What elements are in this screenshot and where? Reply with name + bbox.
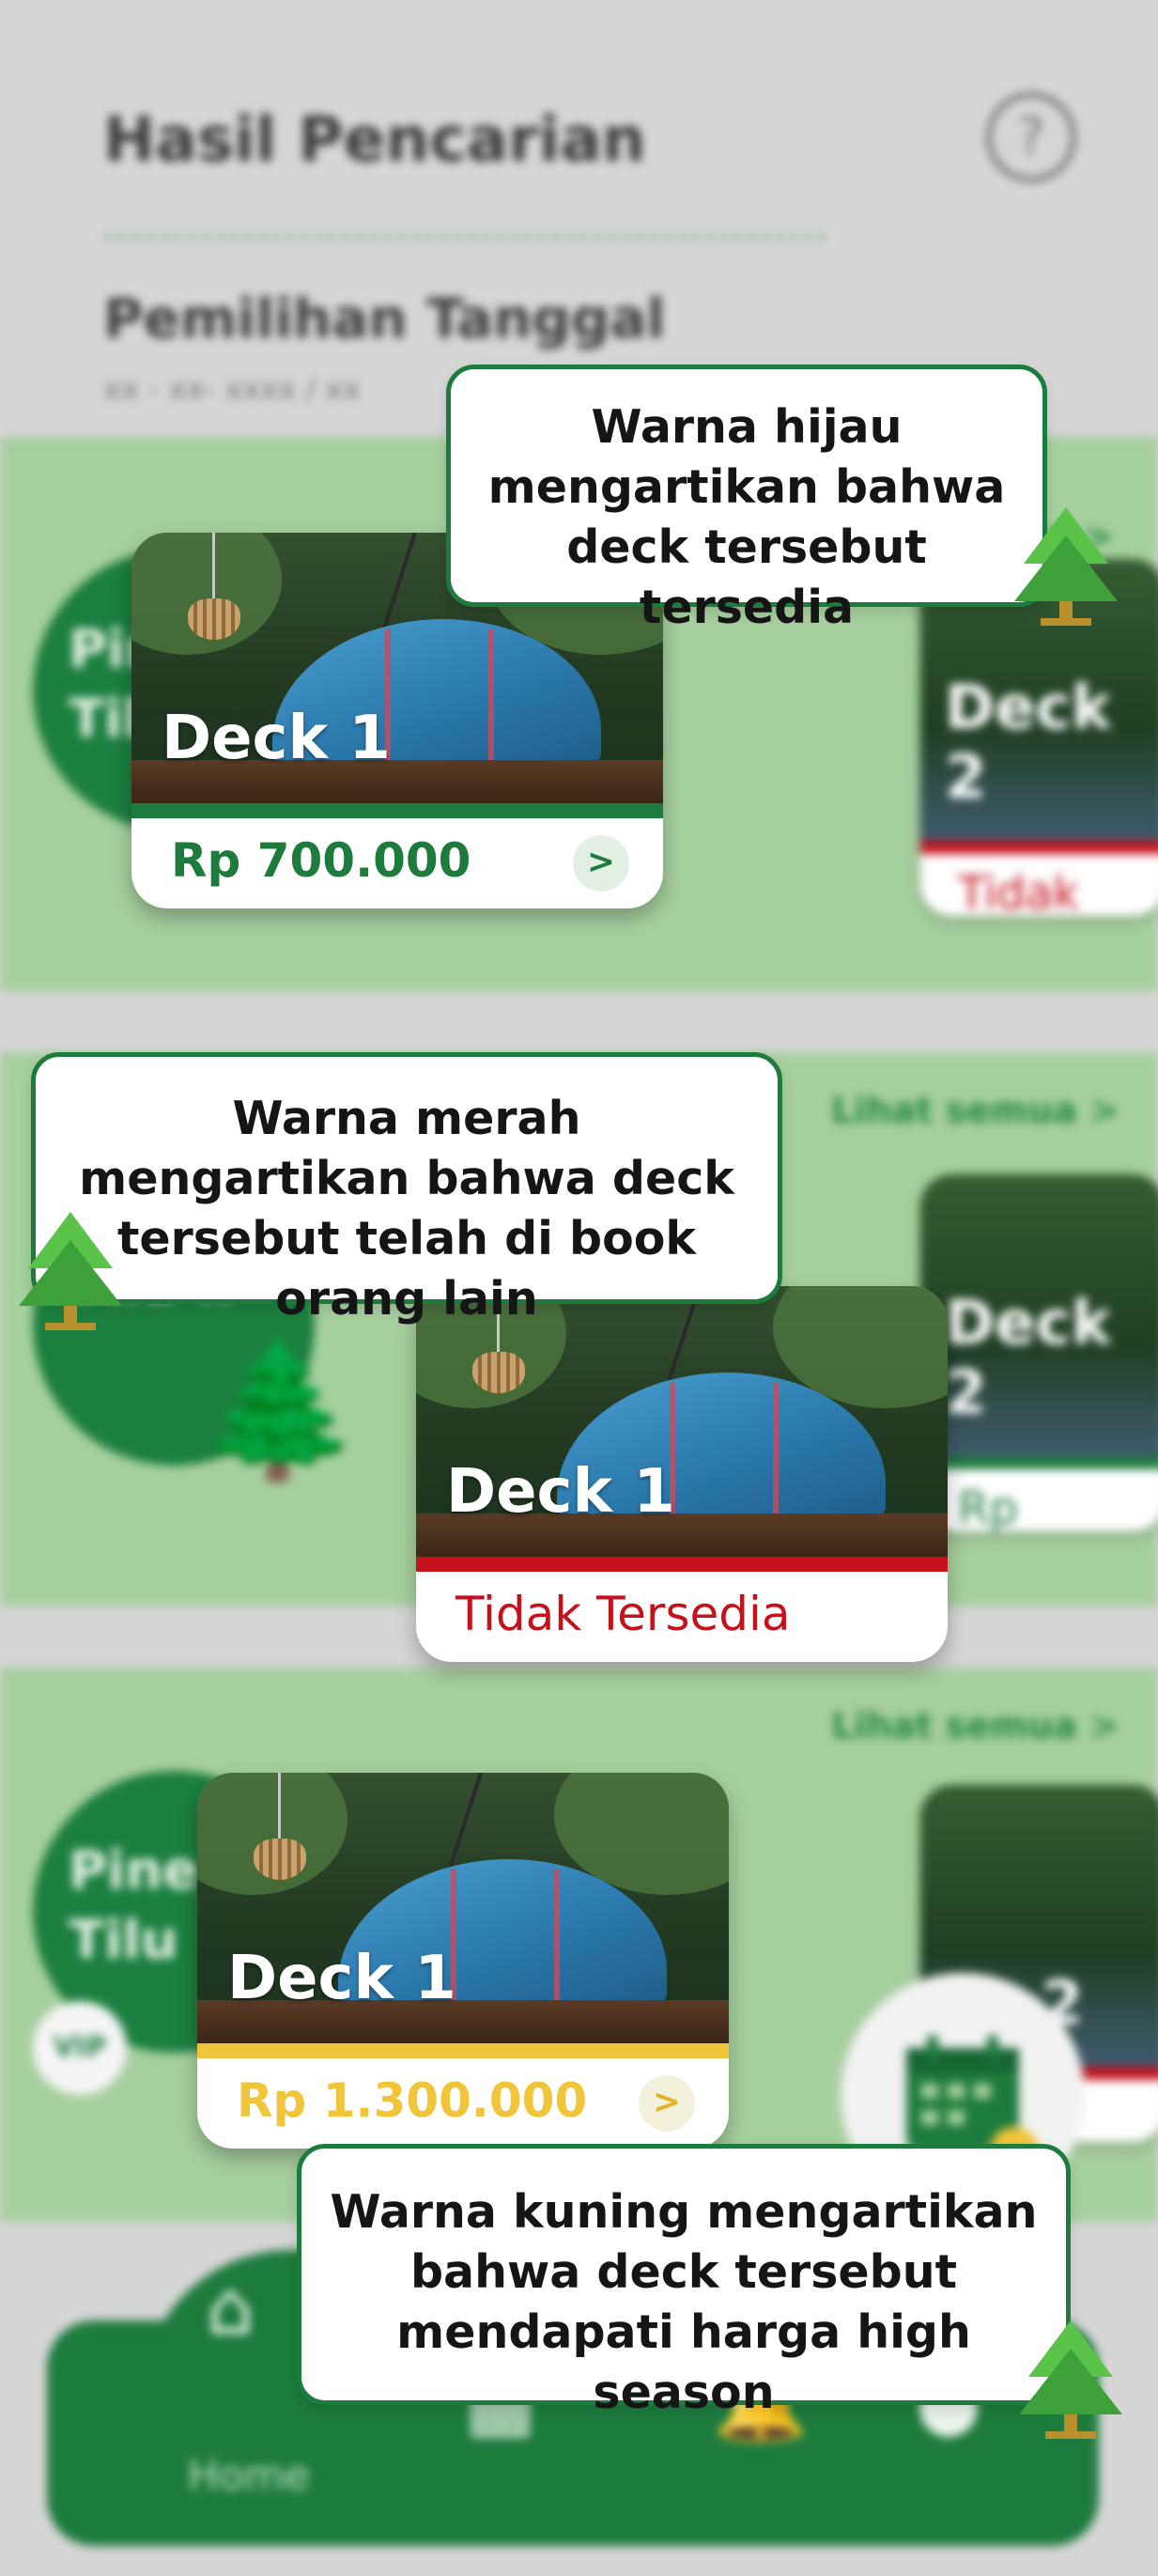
tooltip-red: Warna merah mengartikan bahwa deck terse… — [31, 1052, 782, 1326]
header-divider — [103, 235, 826, 240]
deck-card-high-season[interactable]: Deck 1 Rp 1.300.000 > — [197, 1773, 729, 2149]
tooltip-text: Warna kuning mengartikan bahwa deck ters… — [330, 2185, 1038, 2419]
deck-name: Deck 1 — [227, 1944, 456, 2013]
deck-status: Tidak Te — [958, 867, 1079, 916]
deck-status: Tidak Tersedia — [455, 1587, 791, 1641]
home-icon[interactable]: ⌂ — [207, 2264, 255, 2351]
nav-home-label[interactable]: Home — [188, 2452, 310, 2500]
deck-card[interactable]: Deck 2 Rp 900.0 — [920, 1174, 1158, 1531]
deck-name: Deck 2 — [945, 674, 1112, 813]
tree-icon: 🌲 — [197, 1334, 362, 1487]
deck-card-unavailable[interactable]: Deck 1 Tidak Tersedia — [416, 1286, 948, 1662]
deck-name: Deck 1 — [162, 704, 391, 773]
tooltip-text: Warna merah mengartikan bahwa deck terse… — [79, 1092, 734, 1326]
page-title: Hasil Pencarian — [103, 103, 646, 176]
see-all-link[interactable]: Lihat semua > — [831, 1705, 1119, 1746]
deck-price: Rp 1.300.000 — [237, 2073, 588, 2128]
status-strip — [197, 2043, 729, 2058]
deck-name: Deck 1 — [446, 1457, 675, 1527]
status-strip — [416, 1557, 948, 1572]
chevron-right-icon[interactable]: > — [573, 835, 629, 892]
see-all-link[interactable]: Lihat semua > — [831, 1090, 1119, 1131]
deck-price: Rp 700.000 — [171, 833, 471, 888]
tooltip-text: Warna hijau mengartikan bahwa deck terse… — [487, 400, 1006, 634]
tree-icon — [19, 1212, 122, 1330]
tooltip-green: Warna hijau mengartikan bahwa deck terse… — [446, 365, 1047, 634]
deck-price: Rp 900.0 — [958, 1482, 1018, 1531]
status-strip — [131, 803, 663, 818]
chevron-right-icon[interactable]: > — [639, 2075, 695, 2132]
date-label: Pemilihan Tanggal — [103, 287, 666, 350]
vip-badge: VIP — [33, 2001, 127, 2095]
deck-photo: Deck 1 — [197, 1773, 729, 2043]
date-value[interactable]: xx - xx- xxxx / xx — [103, 371, 361, 407]
tree-icon — [1019, 2320, 1122, 2439]
help-icon[interactable]: ? — [986, 92, 1076, 182]
tooltip-yellow: Warna kuning mengartikan bahwa deck ters… — [297, 2144, 1071, 2419]
deck-name: Deck 2 — [945, 1289, 1112, 1428]
tree-icon — [1014, 507, 1118, 626]
